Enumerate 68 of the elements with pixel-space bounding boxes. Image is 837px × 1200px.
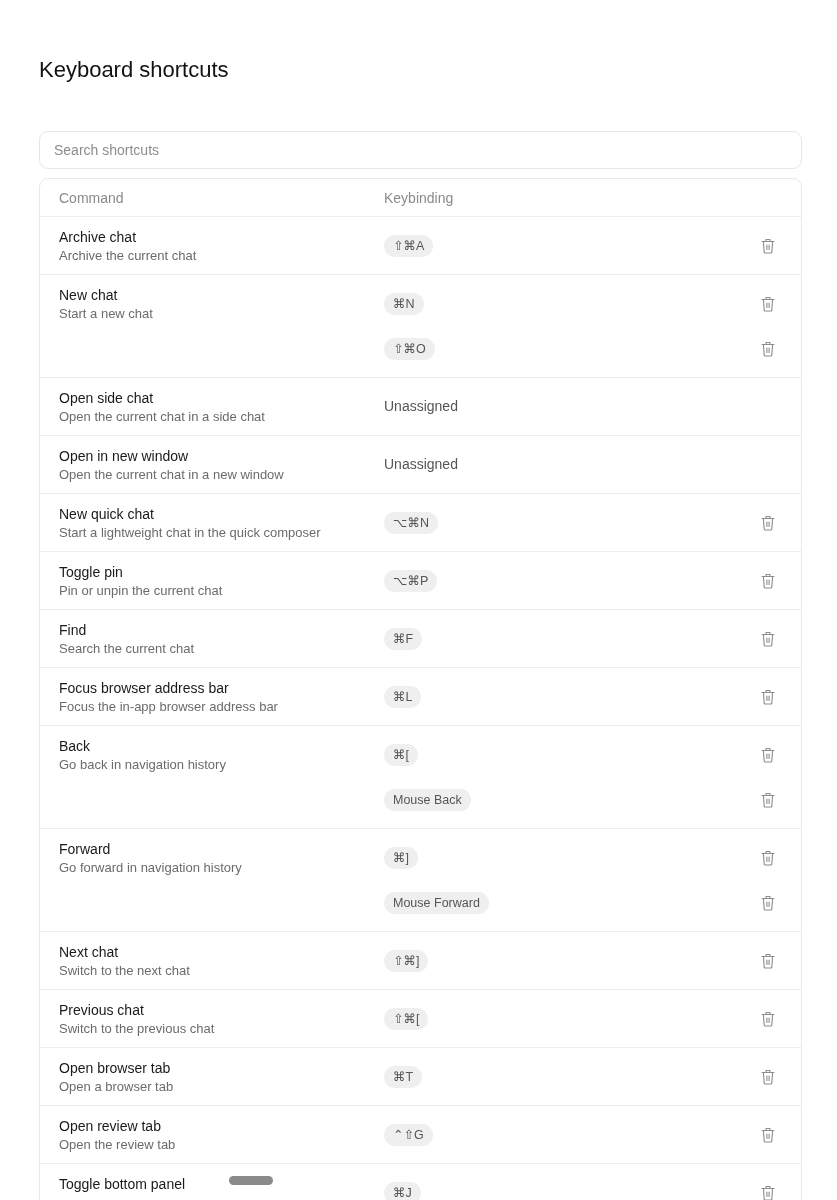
command-name: Open browser tab [59,1059,171,1078]
trash-icon[interactable] [761,1010,775,1027]
command-description: Go back in navigation history [59,756,226,773]
trash-icon[interactable] [761,295,775,312]
shortcut-chip[interactable]: ⌘N [384,292,424,315]
column-header: Command [59,189,124,206]
command-description: Go forward in navigation history [59,859,242,876]
shortcut-chip[interactable]: ⇧⌘A [384,234,434,257]
shortcut-chip[interactable]: ⌥⌘N [384,511,438,534]
trash-icon[interactable] [761,746,775,763]
shortcut-chip[interactable]: ⌘T [384,1065,423,1088]
trash-icon[interactable] [761,894,775,911]
command-name: Back [59,737,91,756]
trash-icon[interactable] [761,952,775,969]
trash-icon[interactable] [761,1068,775,1085]
command-description: Open a browser tab [59,1078,174,1095]
trash-icon[interactable] [761,630,775,647]
command-name: Toggle pin [59,563,123,582]
shortcut-chip[interactable]: ⌃⇧G [384,1123,433,1146]
trash-icon[interactable] [761,340,775,357]
command-name: Next chat [59,943,119,962]
command-description: Switch to the next chat [59,962,190,979]
command-description: Open the current chat in a side chat [59,408,265,425]
command-description: Open the review tab [59,1136,176,1153]
command-name: Archive chat [59,228,137,247]
trash-icon[interactable] [761,572,775,589]
command-name: Open side chat [59,389,154,408]
shortcut-chip[interactable]: ⌥⌘P [384,569,438,592]
shortcut-chip[interactable]: ⌘F [384,627,423,650]
shortcut-chip[interactable]: ⌘[ [384,743,418,766]
command-name: Open in new window [59,447,189,466]
shortcut-chip[interactable]: ⌘L [384,685,422,708]
command-name: New quick chat [59,505,154,524]
command-name: Find [59,621,87,640]
trash-icon[interactable] [761,688,775,705]
trash-icon[interactable] [761,1126,775,1143]
command-name: Open review tab [59,1117,161,1136]
command-description: Pin or unpin the current chat [59,582,223,599]
command-name: Forward [59,840,111,859]
command-description: Switch to the previous chat [59,1020,215,1037]
page-title: Keyboard shortcuts [39,57,229,83]
shortcut-chip[interactable]: Mouse Forward [384,891,489,914]
command-name: Previous chat [59,1001,144,1020]
unassigned-label[interactable]: Unassigned [384,446,458,483]
shortcut-chip[interactable]: Mouse Back [384,788,471,811]
command-name: New chat [59,286,118,305]
shortcut-chip[interactable]: ⇧⌘] [384,949,429,972]
shortcut-chip[interactable]: ⇧⌘[ [384,1007,429,1030]
trash-icon[interactable] [761,849,775,866]
column-header: Keybinding [384,189,454,206]
command-description: Focus the in-app browser address bar [59,698,278,715]
search-field[interactable]: Search shortcuts [39,131,802,169]
command-name: Toggle bottom panel [59,1175,186,1194]
trash-icon[interactable] [761,237,775,254]
shortcut-chip[interactable]: ⇧⌘O [384,337,435,360]
shortcut-chip[interactable]: ⌘] [384,846,418,869]
command-description: Open the current chat in a new window [59,466,284,483]
shortcut-chip[interactable]: ⌘J [384,1181,421,1200]
unassigned-label[interactable]: Unassigned [384,388,458,425]
command-description: Start a new chat [59,305,153,322]
command-description: Search the current chat [59,640,195,657]
trash-icon[interactable] [761,1184,775,1200]
trash-icon[interactable] [761,514,775,531]
command-description: Archive the current chat [59,247,197,264]
trash-icon[interactable] [761,791,775,808]
command-description: Start a lightweight chat in the quick composer [59,524,321,541]
drag-handle-icon[interactable] [229,1176,273,1185]
command-name: Focus browser address bar [59,679,229,698]
